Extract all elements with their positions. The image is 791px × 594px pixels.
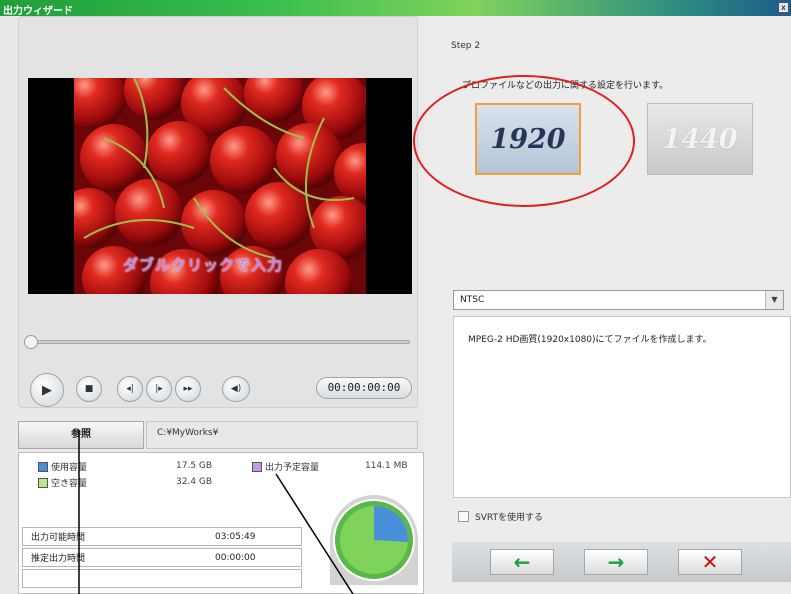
close-icon: ✕ xyxy=(701,550,719,574)
profile-info-text: MPEG-2 HD画質(1920x1080)にてファイルを作成します。 xyxy=(468,335,712,345)
profile-1440-button[interactable]: 1440 xyxy=(647,103,753,175)
left-arrow-icon: ← xyxy=(513,550,531,574)
format-select[interactable]: NTSC ▼ xyxy=(453,290,784,310)
svrt-label: SVRTを使用する xyxy=(475,513,543,523)
profile-info-box: MPEG-2 HD画質(1920x1080)にてファイルを作成します。 xyxy=(453,316,791,498)
highlight-circle xyxy=(413,75,635,207)
back-button[interactable]: ← xyxy=(490,549,554,575)
step-label: Step 2 xyxy=(451,41,481,51)
svrt-checkbox[interactable] xyxy=(458,511,469,522)
right-arrow-icon: → xyxy=(607,550,625,574)
chevron-down-icon[interactable]: ▼ xyxy=(765,291,783,309)
svrt-option[interactable]: SVRTを使用する xyxy=(458,510,543,523)
cancel-button[interactable]: ✕ xyxy=(678,549,742,575)
format-select-value: NTSC xyxy=(460,295,485,305)
next-button[interactable]: → xyxy=(584,549,648,575)
